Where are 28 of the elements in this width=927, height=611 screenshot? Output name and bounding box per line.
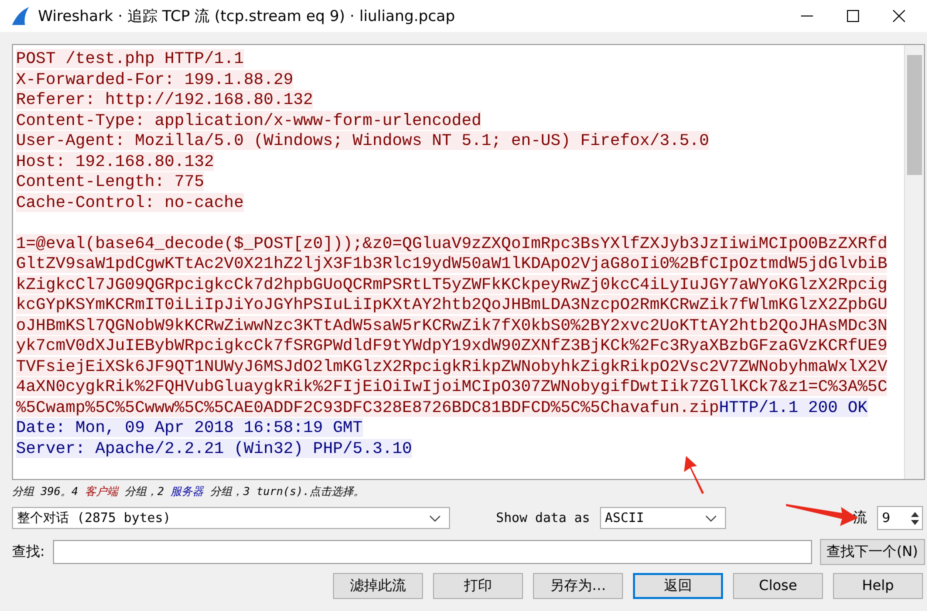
show-data-dropdown[interactable]: ASCII [600,507,726,529]
stream-label: 流 [853,509,867,527]
up-arrow-icon[interactable] [911,510,919,516]
find-next-button[interactable]: 查找下一个(N) [820,539,925,565]
dialog-button[interactable]: Help [833,573,923,599]
chevron-icon [429,514,441,522]
dialog-button[interactable]: 打印 [433,573,523,599]
status-text: 分组，3 turn(s).点击选择。 [209,485,364,498]
status-text: 分组 396。4 [12,485,80,498]
status-text: 分组，2 [123,485,165,498]
find-field[interactable] [52,540,812,564]
find-label: 查找: [12,543,45,561]
conversation-dropdown[interactable]: 整个对话 (2875 bytes) [12,507,450,529]
stream-spinbox[interactable]: 9 [877,506,923,530]
dialog-button[interactable]: 另存为… [533,573,623,599]
close-icon[interactable] [893,10,905,22]
status-text: 客户端 [84,485,118,498]
chevron-icon [704,514,717,522]
scrollbar[interactable] [904,45,924,479]
status-text: 服务器 [170,485,204,498]
dialog-button[interactable]: 返回 [633,573,723,599]
down-arrow-icon[interactable] [911,520,919,526]
dialog-button[interactable]: Close [733,573,823,599]
shark-fin-icon [10,7,30,25]
maximize-icon[interactable] [847,10,859,22]
show-data-label: Show data as [496,510,590,526]
window-title: Wireshark · 追踪 TCP 流 (tcp.stream eq 9) · liuliang.pcap [38,6,456,26]
dialog-button[interactable]: 滤掉此流 [333,573,423,599]
